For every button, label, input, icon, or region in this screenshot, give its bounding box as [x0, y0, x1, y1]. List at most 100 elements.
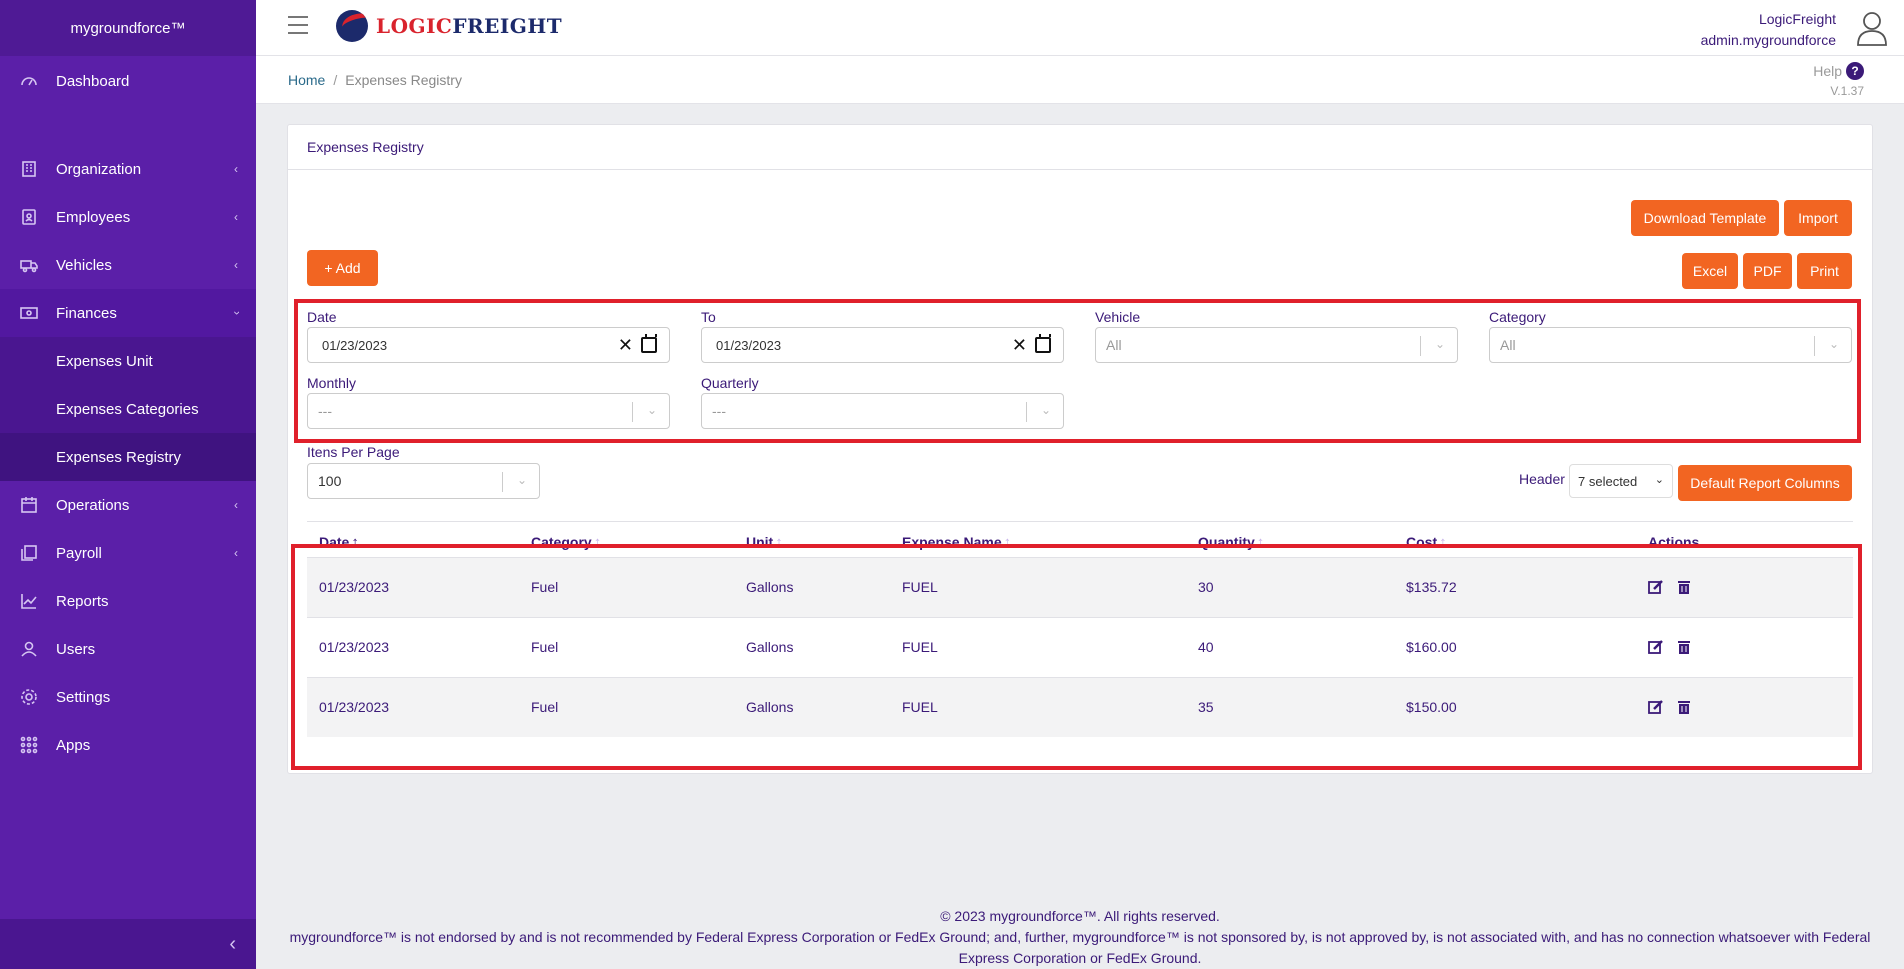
chevron-down-icon: ⌄: [516, 473, 527, 487]
vehicle-select-value: All: [1106, 337, 1122, 353]
sidebar-item-label: Employees: [56, 208, 131, 226]
sidebar-item-operations[interactable]: Operations ‹: [0, 481, 256, 529]
copy-icon: [18, 542, 40, 564]
sidebar-item-label: Vehicles: [56, 256, 112, 274]
sidebar-item-settings[interactable]: Settings: [0, 673, 256, 721]
sidebar-item-label: Organization: [56, 160, 142, 178]
user-info[interactable]: LogicFreight admin.mygroundforce: [1701, 9, 1836, 51]
date-to-input[interactable]: 01/23/2023 ✕: [701, 327, 1064, 363]
header-columns-label: Header: [1519, 471, 1565, 487]
chevron-down-icon: ⌄: [1434, 337, 1445, 351]
badge-icon: [18, 206, 40, 228]
chevron-left-icon: ‹: [234, 546, 238, 560]
cell-expense-name: FUEL: [902, 639, 938, 655]
footer-disclaimer-line1: mygroundforce™ is not endorsed by and is…: [289, 929, 1871, 945]
cell-quantity: 40: [1198, 639, 1214, 655]
edit-icon[interactable]: [1648, 579, 1664, 595]
edit-icon[interactable]: [1648, 639, 1664, 655]
category-select[interactable]: All ⌄: [1489, 327, 1852, 363]
to-label: To: [701, 309, 716, 325]
cell-category: Fuel: [531, 579, 559, 595]
sidebar-item-label: Reports: [56, 592, 109, 610]
import-button[interactable]: Import: [1784, 200, 1852, 236]
sidebar: mygroundforce™ Dashboard Organization ‹ …: [0, 0, 256, 969]
user-icon: [18, 638, 40, 660]
chevron-down-icon: ⌄: [1040, 403, 1051, 417]
date-label: Date: [307, 309, 337, 325]
logo-text-freight: FREIGHT: [452, 14, 563, 38]
vehicle-select[interactable]: All ⌄: [1095, 327, 1458, 363]
add-button[interactable]: + Add: [307, 250, 378, 286]
edit-icon[interactable]: [1648, 699, 1664, 715]
quarterly-select[interactable]: --- ⌄: [701, 393, 1064, 429]
clear-icon[interactable]: ✕: [618, 335, 633, 356]
sidebar-collapse-button[interactable]: ‹: [0, 919, 256, 969]
chevron-down-icon: ⌄: [1654, 474, 1664, 486]
print-button[interactable]: Print: [1797, 253, 1852, 289]
sidebar-item-vehicles[interactable]: Vehicles ‹: [0, 241, 256, 289]
building-icon: [18, 158, 40, 180]
logo[interactable]: LOGICFREIGHT: [336, 10, 562, 42]
header-columns-select[interactable]: 7 selected ⌄: [1569, 464, 1673, 498]
chevron-left-icon: ‹: [234, 210, 238, 224]
username: admin.mygroundforce: [1700, 32, 1836, 48]
logo-text-logic: LOGIC: [376, 14, 453, 38]
sidebar-item-employees[interactable]: Employees ‹: [0, 193, 256, 241]
sidebar-item-payroll[interactable]: Payroll ‹: [0, 529, 256, 577]
date-to-value: 01/23/2023: [716, 337, 782, 353]
chevron-left-icon: ‹: [234, 498, 238, 512]
sidebar-item-users[interactable]: Users: [0, 625, 256, 673]
hamburger-menu-icon[interactable]: [288, 16, 308, 34]
items-per-page-label: Itens Per Page: [307, 444, 400, 460]
date-from-value: 01/23/2023: [322, 337, 388, 353]
quarterly-select-value: ---: [712, 403, 726, 419]
cell-expense-name: FUEL: [902, 699, 938, 715]
version-label: V.1.37: [1830, 84, 1864, 98]
cell-date: 01/23/2023: [319, 699, 390, 715]
footer-copyright: © 2023 mygroundforce™. All rights reserv…: [940, 908, 1220, 924]
trash-icon[interactable]: [1676, 699, 1692, 715]
calendar-icon[interactable]: [641, 334, 657, 353]
user-avatar-icon[interactable]: [1856, 10, 1888, 46]
sidebar-item-apps[interactable]: Apps: [0, 721, 256, 769]
sidebar-item-label: Apps: [56, 736, 91, 754]
clear-icon[interactable]: ✕: [1012, 335, 1027, 356]
default-report-columns-button[interactable]: Default Report Columns: [1678, 465, 1852, 501]
gauge-icon: [18, 70, 40, 92]
sidebar-item-dashboard[interactable]: Dashboard: [0, 57, 256, 105]
sidebar-item-label: Finances: [56, 304, 117, 322]
calendar-icon[interactable]: [1035, 334, 1051, 353]
sidebar-item-organization[interactable]: Organization ‹: [0, 145, 256, 193]
breadcrumb-home-link[interactable]: Home: [288, 72, 325, 88]
cell-unit: Gallons: [746, 579, 794, 595]
help-link[interactable]: Help ?: [1813, 62, 1864, 80]
download-template-button[interactable]: Download Template: [1631, 200, 1779, 236]
items-per-page-value: 100: [318, 473, 342, 489]
monthly-select-value: ---: [318, 403, 332, 419]
sidebar-subitem-expenses-registry[interactable]: Expenses Registry: [0, 433, 256, 481]
date-from-input[interactable]: 01/23/2023 ✕: [307, 327, 670, 363]
sidebar-item-finances[interactable]: Finances ‹: [0, 289, 256, 337]
sidebar-item-reports[interactable]: Reports: [0, 577, 256, 625]
chevron-left-icon: ‹: [234, 162, 238, 176]
top-header: LOGICFREIGHT LogicFreight admin.myground…: [256, 0, 1904, 56]
money-icon: [18, 302, 40, 324]
sidebar-item-label: Users: [56, 640, 96, 658]
trash-icon[interactable]: [1676, 639, 1692, 655]
sidebar-item-label: Payroll: [56, 544, 102, 562]
sidebar-subitem-expenses-categories[interactable]: Expenses Categories: [0, 385, 256, 433]
cell-cost: $160.00: [1406, 639, 1457, 655]
cell-unit: Gallons: [746, 699, 794, 715]
cell-category: Fuel: [531, 639, 559, 655]
items-per-page-select[interactable]: 100 ⌄: [307, 463, 540, 499]
trash-icon[interactable]: [1676, 579, 1692, 595]
footer: © 2023 mygroundforce™. All rights reserv…: [256, 906, 1904, 969]
logo-mark-icon: [336, 10, 368, 42]
sidebar-subitem-expenses-unit[interactable]: Expenses Unit: [0, 337, 256, 385]
pdf-button[interactable]: PDF: [1743, 253, 1792, 289]
help-icon: ?: [1846, 62, 1864, 80]
excel-button[interactable]: Excel: [1682, 253, 1738, 289]
monthly-select[interactable]: --- ⌄: [307, 393, 670, 429]
cell-quantity: 30: [1198, 579, 1214, 595]
cell-cost: $150.00: [1406, 699, 1457, 715]
